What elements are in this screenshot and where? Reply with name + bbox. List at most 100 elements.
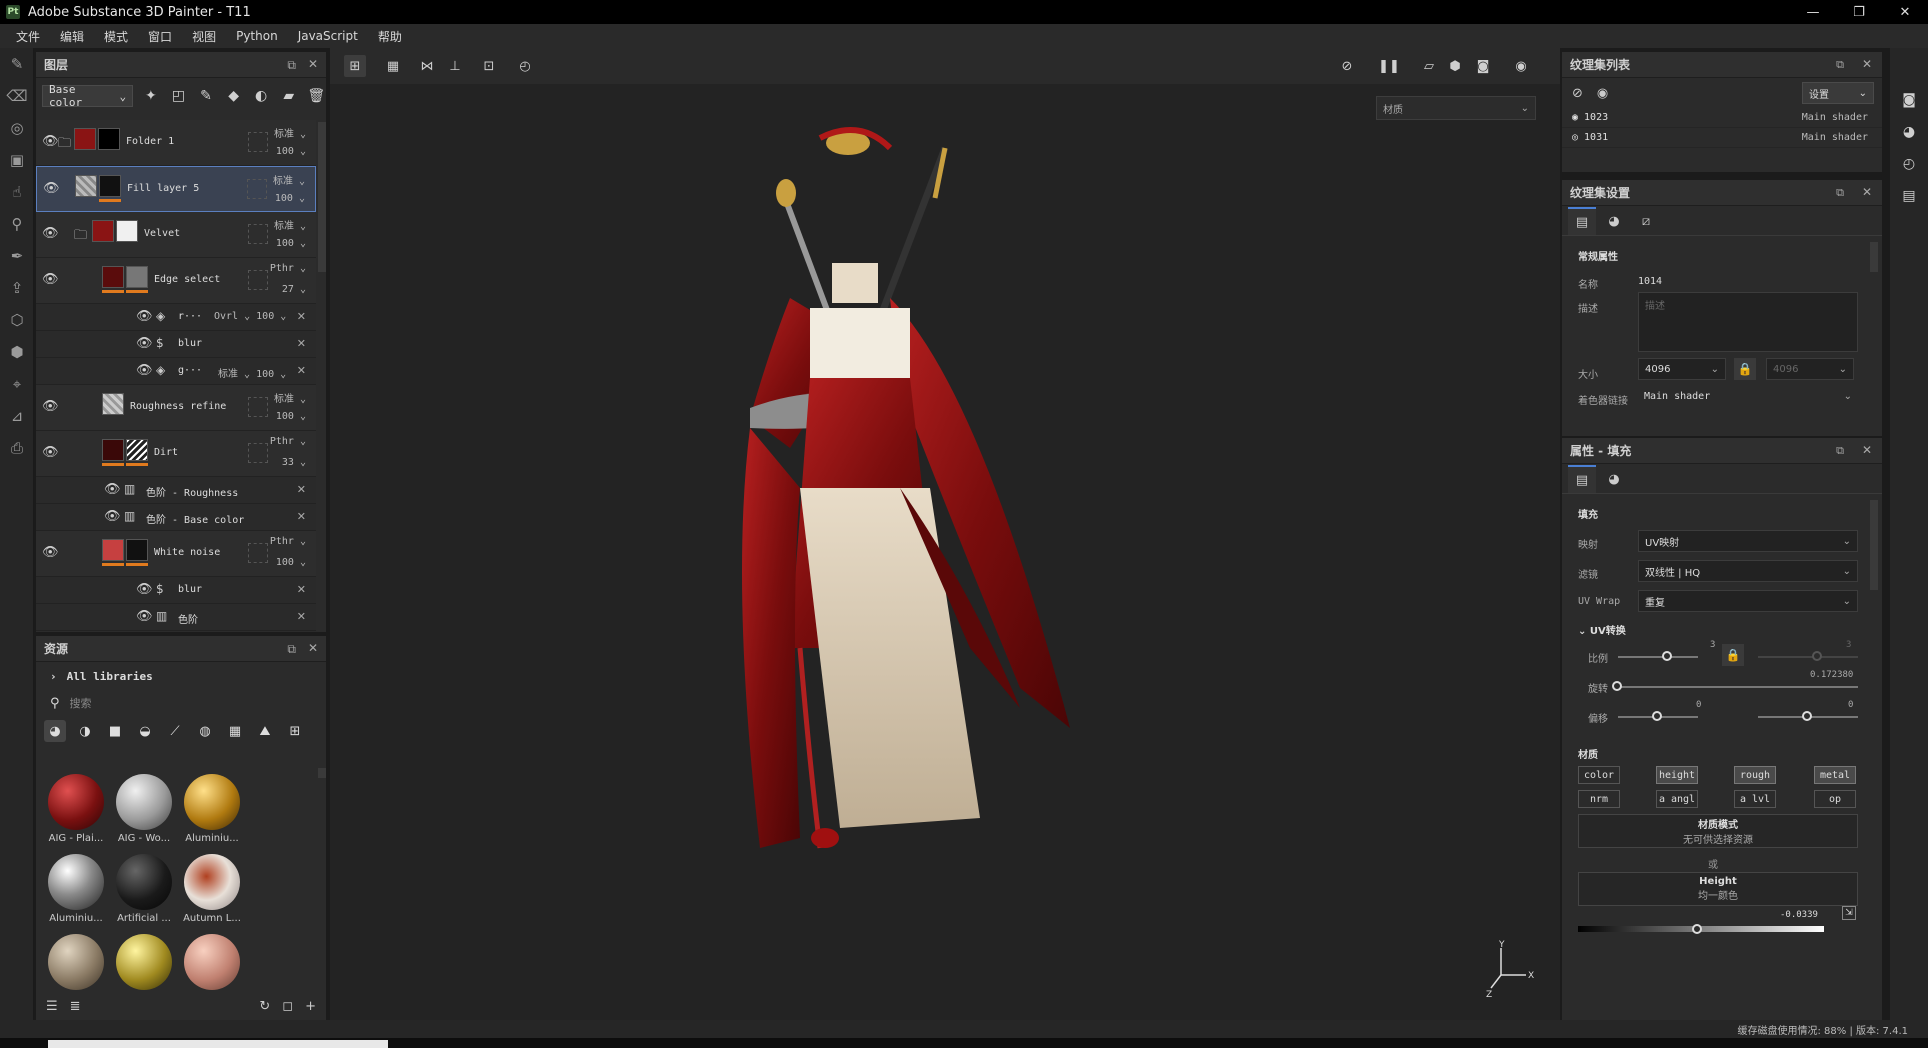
asset-item[interactable]: Aluminiu... [178,774,246,852]
layers-scrollbar[interactable] [318,122,326,272]
visibility-eye-icon[interactable]: 👁 [42,272,59,287]
view-mode-icon[interactable]: ▱ [1418,55,1440,77]
layer-dirt[interactable]: 👁 Dirt Pthr ⌄ 33 ⌄ [36,431,316,477]
history-icon[interactable]: ◴ [1890,148,1928,180]
blend-mode[interactable]: Pthr ⌄ [270,536,306,547]
scale-slider-track[interactable] [1618,656,1698,658]
effect-row[interactable]: 👁 ◈ g··· 标准 ⌄ 100 ⌄ ✕ [36,358,316,385]
menu-view[interactable]: 视图 [182,28,226,45]
blend-mode[interactable]: 标准 ⌄ [274,390,306,405]
remove-effect-icon[interactable]: ✕ [297,337,306,350]
blend-mode[interactable]: Pthr ⌄ [270,436,306,447]
visibility-eye-icon[interactable]: 👁 [136,336,153,351]
float-panel-icon[interactable]: ⧉ [1836,444,1844,458]
layer-edge-select[interactable]: 👁 Edge select Pthr ⌄ 27 ⌄ [36,258,316,304]
add-icon[interactable]: + [305,999,316,1014]
visibility-eye-icon[interactable]: 👁 [42,399,59,414]
layer-white-noise[interactable]: 👁 White noise Pthr ⌄ 100 ⌄ [36,531,316,577]
effect-blend[interactable]: 标准 ⌄ 100 ⌄ [218,365,286,380]
scale-slider-track-2[interactable] [1758,656,1858,658]
texture-view-icon[interactable]: ⊞ [344,55,366,77]
close-panel-icon[interactable]: ✕ [308,641,318,655]
offset-slider-knob-2[interactable] [1802,711,1812,721]
add-fill-layer-icon[interactable]: ◆ [224,88,244,104]
asset-item[interactable]: AIG - Plai... [42,774,110,852]
settings-dropdown[interactable]: 设置 ⌄ [1802,82,1874,104]
visibility-eye-icon[interactable]: 👁 [136,582,153,597]
material-picker-icon[interactable]: ⬢ [0,336,34,368]
remove-effect-icon[interactable]: ✕ [297,310,306,323]
all-filter-icon[interactable]: ⊞ [284,720,306,742]
menu-edit[interactable]: 编辑 [50,28,94,45]
blend-mode[interactable]: 标准 ⌄ [273,172,305,187]
screenshot-icon[interactable]: ◉ [1510,55,1532,77]
channel-op-toggle[interactable]: op [1814,790,1856,808]
offset-slider-knob[interactable] [1652,711,1662,721]
stamp-icon[interactable]: ⎙ [0,432,34,464]
visibility-eye-icon[interactable]: 👁 [136,309,153,324]
uv-transform-toggle[interactable]: ⌄ UV转换 [1578,622,1626,637]
mapping-select[interactable]: UV映射 ⌄ [1638,530,1858,552]
channel-height-toggle[interactable]: height [1656,766,1698,784]
channel-a-angl-toggle[interactable]: a angl [1656,790,1698,808]
add-effect-icon[interactable]: ✦ [141,88,161,104]
menu-window[interactable]: 窗口 [138,28,182,45]
visibility-eye-icon[interactable]: 👁 [43,181,60,196]
layer-velvet[interactable]: 👁 🗀 Velvet 标准 ⌄ 100 ⌄ [36,212,316,258]
asset-item[interactable]: AIG - Wo... [110,774,178,852]
clone-icon[interactable]: ⚲ [0,208,34,240]
tab-shader[interactable]: ◕ [1600,207,1628,235]
blend-mode[interactable]: 标准 ⌄ [274,125,306,140]
channel-select[interactable]: Base color ⌄ [42,83,134,109]
paint-brush-icon[interactable]: ✎ [0,48,34,80]
brushes-filter-icon[interactable]: ⟋ [164,720,186,742]
size-select-2[interactable]: 4096 ⌄ [1766,358,1854,380]
log-icon[interactable]: ▤ [1890,180,1928,212]
display-settings-icon[interactable]: ◙ [1890,84,1928,116]
visibility-eye-icon[interactable]: ◎ [1572,132,1578,143]
blend-mode[interactable]: 标准 ⌄ [274,217,306,232]
mirror-icon[interactable]: ⊥ [444,55,466,77]
hide-icon[interactable]: ⊘ [1336,55,1358,77]
effect-row[interactable]: 👁 ▥ 色阶 ✕ [36,604,316,631]
opacity-value[interactable]: 100 ⌄ [276,238,306,249]
remove-effect-icon[interactable]: ✕ [297,364,306,377]
channel-a-lvl-toggle[interactable]: a lvl [1734,790,1776,808]
frame-icon[interactable]: ⊡ [478,55,500,77]
visibility-eye-icon[interactable]: 👁 [42,545,59,560]
anchor-icon[interactable]: ⌖ [0,368,34,400]
hide-all-icon[interactable]: ⊘ [1572,86,1583,101]
menu-javascript[interactable]: JavaScript [288,29,368,43]
bake-icon[interactable]: ⇪ [0,272,34,304]
cube-icon[interactable]: ⬢ [1444,55,1466,77]
delete-layer-icon[interactable]: 🗑 [306,88,326,104]
channel-metal-toggle[interactable]: metal [1814,766,1856,784]
new-window-icon[interactable]: ◻ [282,999,293,1014]
opacity-value[interactable]: 27 ⌄ [282,284,306,295]
add-folder-icon[interactable]: ▰ [279,88,299,104]
filter-select[interactable]: 双线性 | HQ ⌄ [1638,560,1858,582]
properties-scrollbar[interactable] [1870,500,1878,590]
float-panel-icon[interactable]: ⧉ [287,642,296,657]
texture-set-row[interactable]: ◎ 1031 Main shader [1562,128,1882,148]
float-panel-icon[interactable]: ⧉ [1836,186,1844,200]
uv-wrap-select[interactable]: 重复 ⌄ [1638,590,1858,612]
tab-uv[interactable]: ⧄ [1632,207,1660,235]
opacity-value[interactable]: 100 ⌄ [275,193,305,204]
textures-filter-icon[interactable]: ■ [104,720,126,742]
smart-masks-filter-icon[interactable]: ◒ [134,720,156,742]
close-button[interactable]: ✕ [1882,0,1928,24]
smudge-icon[interactable]: ☝ [0,176,34,208]
remove-effect-icon[interactable]: ✕ [297,610,306,623]
layer-roughness-refine[interactable]: 👁 Roughness refine 标准 ⌄ 100 ⌄ [36,385,316,431]
asset-item[interactable]: Autumn L... [178,854,246,932]
minimize-button[interactable]: — [1790,0,1836,24]
history-icon[interactable]: ◴ [514,55,536,77]
color-picker-icon[interactable]: ✒ [0,240,34,272]
size-select[interactable]: 4096 ⌄ [1638,358,1726,380]
visibility-eye-icon[interactable]: 👁 [104,482,121,497]
remove-effect-icon[interactable]: ✕ [297,483,306,496]
assets-scrollbar[interactable] [318,768,326,778]
shader-link-select[interactable]: Main shader ⌄ [1638,386,1858,406]
close-panel-icon[interactable]: ✕ [1862,443,1872,457]
